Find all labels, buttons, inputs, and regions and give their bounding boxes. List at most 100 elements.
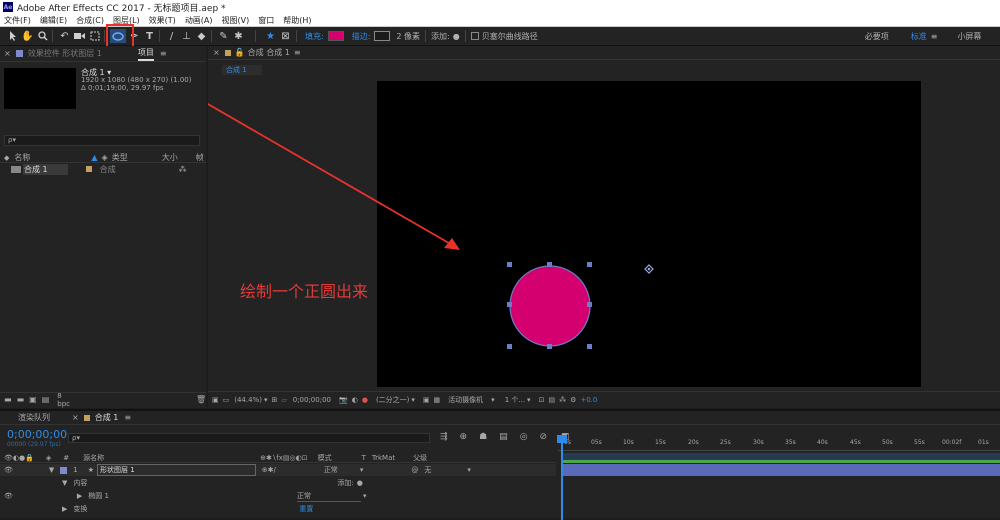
channel-icon[interactable]: ●	[362, 396, 368, 404]
tab-timeline-comp[interactable]: 合成 1	[95, 412, 119, 423]
expand-ellipse-icon[interactable]: ▶	[77, 492, 82, 500]
shy-icon[interactable]: ☗	[479, 432, 487, 442]
ellipse-blend-mode[interactable]: 正常	[296, 491, 361, 502]
views-dropdown[interactable]: 1 个...	[505, 395, 525, 405]
eraser-tool-icon[interactable]: ◆	[195, 29, 208, 43]
transparency-grid-icon[interactable]: ▦	[434, 396, 441, 404]
expand-layer-icon[interactable]: ▼	[49, 466, 54, 474]
time-ruler[interactable]: 0s 05s 10s 15s 20s 25s 30s 35s 40s 45s 5…	[558, 435, 1000, 451]
show-snapshot-icon[interactable]: ◐	[352, 396, 358, 404]
puppet-tool-icon[interactable]: ✱	[232, 29, 245, 43]
new-folder-icon[interactable]: ▬	[17, 395, 25, 404]
project-search-input[interactable]: ρ▾	[4, 135, 200, 146]
clone-stamp-tool-icon[interactable]: ⊥	[180, 29, 193, 43]
zoom-tool-icon[interactable]	[36, 29, 49, 43]
timeline-timecode[interactable]: 0;00;00;00	[7, 428, 67, 441]
tab-render-queue[interactable]: 渲染队列	[18, 412, 50, 423]
brush-tool-icon[interactable]: /	[165, 29, 178, 43]
frame-blend-icon[interactable]: ▤	[499, 432, 508, 442]
layer-parent[interactable]: 无	[424, 465, 431, 475]
current-time-indicator[interactable]	[561, 435, 563, 520]
project-item-row[interactable]: 合成 1 合成 ⁂	[0, 163, 206, 175]
star-snap-icon[interactable]: ★	[264, 29, 277, 43]
exposure-value[interactable]: +0.0	[580, 396, 597, 404]
stroke-color-swatch[interactable]	[374, 31, 391, 41]
layer-duration-bar[interactable]	[562, 464, 1000, 476]
fill-color-swatch[interactable]	[327, 31, 344, 41]
col-size[interactable]: 大小	[162, 152, 178, 163]
col-trkmat[interactable]: TrkMat	[372, 454, 395, 462]
workspace-small-screen[interactable]: 小屏幕	[957, 31, 981, 42]
layer-mode[interactable]: 正常	[324, 465, 338, 475]
layer-switches[interactable]: ⊕✱/	[262, 466, 276, 474]
close-icon[interactable]: ×	[4, 49, 11, 58]
graph-editor-icon[interactable]: ⊘	[540, 432, 548, 442]
new-comp-icon[interactable]: ▣	[29, 395, 37, 404]
mask-icon[interactable]: ▱	[281, 396, 286, 404]
menu-file[interactable]: 文件(F)	[4, 15, 31, 26]
grid-icon[interactable]: ⊞	[271, 396, 277, 404]
col-source-name[interactable]: 源名称	[83, 453, 104, 463]
panel-menu-icon[interactable]: ≡	[160, 49, 167, 58]
resolution-dropdown[interactable]: (二分之一)	[376, 395, 409, 405]
col-mode[interactable]: 模式	[318, 453, 332, 463]
reset-exposure-icon[interactable]: ⚙	[570, 396, 576, 404]
visibility-eye-icon[interactable]: 👁	[4, 466, 13, 474]
hand-tool-icon[interactable]: ✋	[21, 29, 34, 43]
menu-help[interactable]: 帮助(H)	[283, 15, 311, 26]
close-icon[interactable]: ×	[72, 413, 79, 422]
draft-3d-icon[interactable]: ⊕	[460, 432, 468, 442]
timeline-search-input[interactable]: ρ▾	[68, 433, 430, 443]
col-type[interactable]: 类型	[112, 152, 128, 163]
rotation-tool-icon[interactable]: ↶	[58, 29, 71, 43]
camera-tool-icon[interactable]	[73, 29, 86, 43]
fast-preview-icon[interactable]: ⊡	[539, 396, 545, 404]
col-frame[interactable]: 帧	[196, 152, 204, 163]
expand-transform-icon[interactable]: ▶	[62, 505, 67, 513]
timeline-icon[interactable]: ▤	[548, 396, 555, 404]
menu-composition[interactable]: 合成(C)	[76, 15, 104, 26]
panel-menu-icon[interactable]: ≡	[124, 413, 131, 422]
menu-animation[interactable]: 动画(A)	[185, 15, 213, 26]
workspace-essentials[interactable]: 必要项	[865, 31, 889, 42]
tab-project[interactable]: 项目	[137, 47, 154, 61]
monitor-icon[interactable]: ▭	[223, 396, 230, 404]
bit-depth[interactable]: 8 bpc	[57, 392, 70, 408]
menu-window[interactable]: 窗口	[258, 15, 274, 26]
ellipse-row[interactable]: 👁 ▶ 椭圆 1 正常 ▾	[0, 490, 556, 502]
visibility-eye-icon[interactable]: 👁	[4, 492, 13, 500]
bezier-checkbox[interactable]	[470, 32, 479, 40]
selection-tool-icon[interactable]	[6, 29, 19, 43]
zoom-level[interactable]: (44.4%)	[234, 396, 262, 404]
always-preview-icon[interactable]: ▣	[212, 396, 219, 404]
playhead-handle[interactable]	[557, 435, 567, 443]
type-tool-icon[interactable]: T	[143, 29, 156, 43]
menu-effect[interactable]: 效果(T)	[149, 15, 176, 26]
motion-blur-icon[interactable]: ◎	[520, 432, 528, 442]
expand-content-icon[interactable]: ▼	[62, 479, 67, 487]
grid-snap-icon[interactable]: ⊠	[279, 29, 292, 43]
workspace-standard[interactable]: 标准	[911, 31, 927, 42]
pan-behind-tool-icon[interactable]	[88, 29, 101, 43]
parent-pickwhip-icon[interactable]: @	[411, 466, 418, 474]
flowchart-icon[interactable]: ⁂	[559, 396, 566, 404]
comp-mini-flowchart-icon[interactable]: ⇶	[440, 432, 448, 442]
stroke-width[interactable]: 2 像素	[396, 31, 420, 42]
menu-view[interactable]: 视图(V)	[222, 15, 250, 26]
add-content-button-icon[interactable]: ●	[357, 479, 363, 487]
region-of-interest-icon[interactable]: ▣	[423, 396, 430, 404]
roto-brush-tool-icon[interactable]: ✎	[217, 29, 230, 43]
col-parent[interactable]: 父级	[413, 453, 427, 463]
comp-timecode[interactable]: 0;00;00;00	[293, 396, 331, 404]
layer-label-color[interactable]	[60, 466, 68, 474]
layer-row[interactable]: 👁 ▼ 1 ★ 形状图层 1 ⊕✱/ 正常 ▾ @ 无 ▾	[0, 464, 556, 476]
content-row[interactable]: ▼ 内容 添加: ●	[0, 477, 556, 489]
col-name[interactable]: 名称	[14, 152, 30, 163]
reset-link[interactable]: 重置	[299, 504, 313, 514]
layer-name[interactable]: 形状图层 1	[97, 464, 256, 476]
tab-effect-controls[interactable]: 效果控件 形状图层 1	[28, 48, 102, 59]
interpret-footage-icon[interactable]: ▬	[4, 395, 12, 404]
snapshot-icon[interactable]: 📷	[339, 396, 348, 404]
delete-icon[interactable]: ▤	[42, 395, 50, 404]
trash-icon[interactable]: 🗑	[196, 395, 206, 404]
